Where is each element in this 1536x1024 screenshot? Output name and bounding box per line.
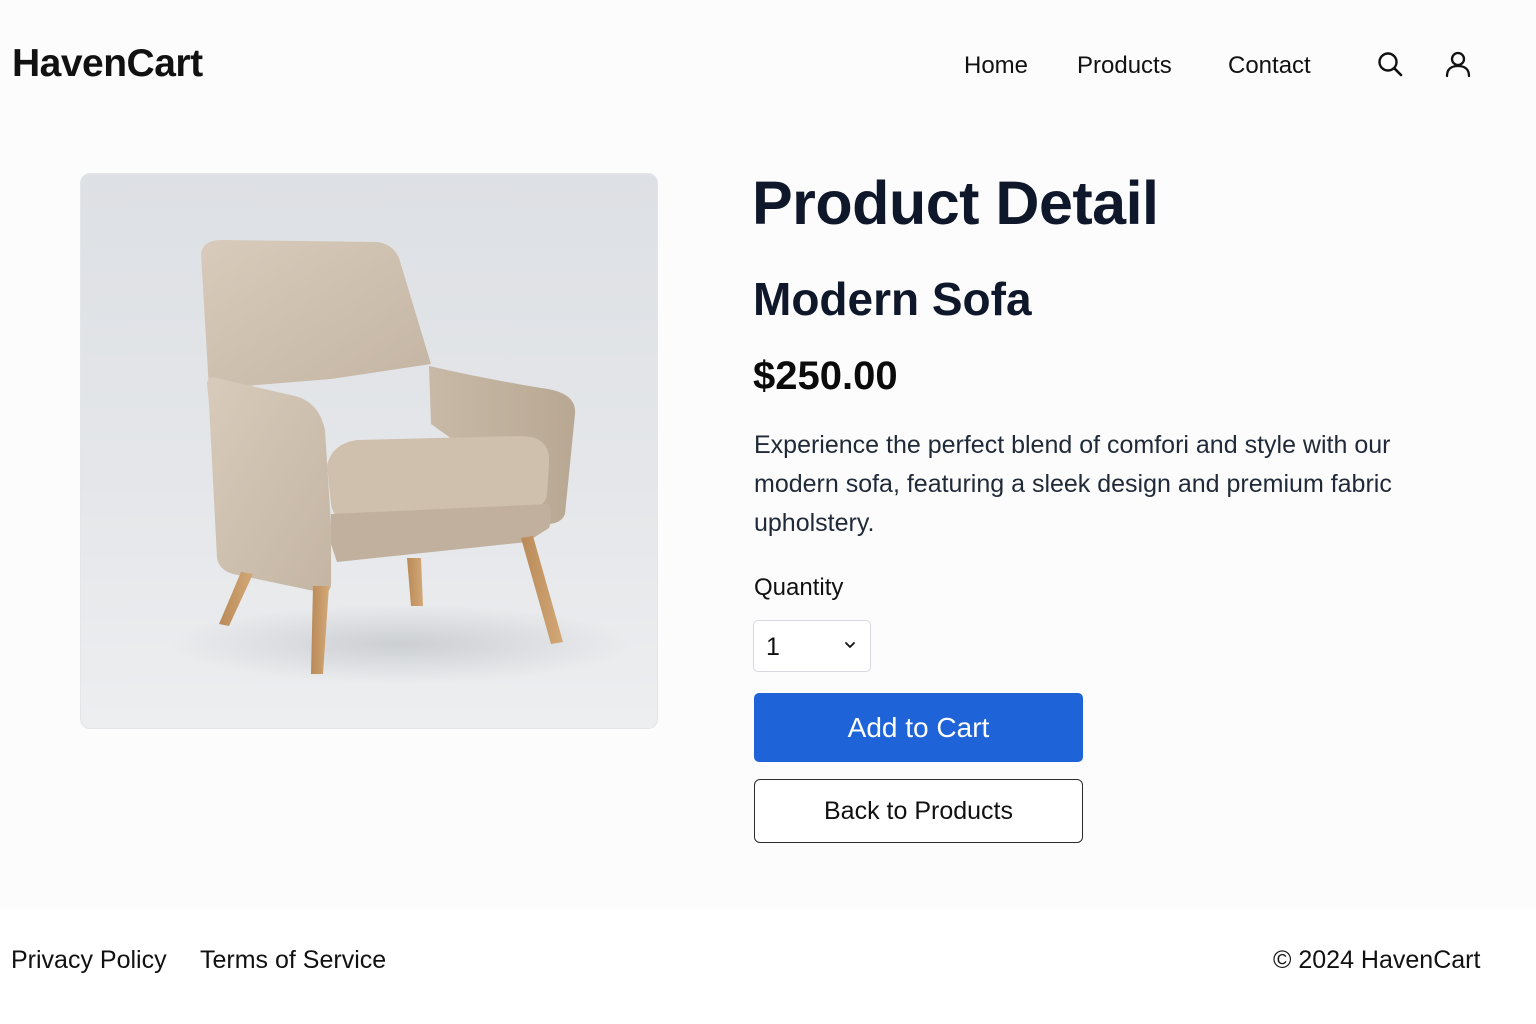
search-icon[interactable] (1374, 48, 1406, 80)
copyright-text: © 2024 HavenCart (1273, 946, 1481, 974)
user-icon[interactable] (1442, 48, 1474, 80)
nav-contact[interactable]: Contact (1228, 52, 1311, 80)
back-to-products-button[interactable]: Back to Products (754, 779, 1083, 843)
footer-privacy-link[interactable]: Privacy Policy (11, 946, 167, 975)
site-footer: Privacy Policy Terms of Service © 2024 H… (0, 908, 1536, 1024)
quantity-value: 1 (766, 633, 780, 661)
product-image (80, 173, 658, 729)
product-description: Experience the perfect blend of comfori … (754, 431, 1392, 537)
product-price: $250.00 (753, 354, 898, 398)
nav-home[interactable]: Home (964, 52, 1028, 80)
product-name: Modern Sofa (753, 273, 1032, 325)
site-header: HavenCart Home Products Contact (0, 0, 1536, 130)
footer-terms-link[interactable]: Terms of Service (200, 946, 386, 975)
nav-products[interactable]: Products (1077, 52, 1172, 80)
site-logo[interactable]: HavenCart (12, 42, 203, 86)
armchair-illustration (171, 240, 631, 684)
quantity-select[interactable]: 1 (753, 620, 871, 672)
add-to-cart-button[interactable]: Add to Cart (754, 693, 1083, 762)
page-title: Product Detail (752, 169, 1159, 237)
quantity-label: Quantity (754, 574, 844, 601)
chevron-down-icon (845, 642, 855, 648)
